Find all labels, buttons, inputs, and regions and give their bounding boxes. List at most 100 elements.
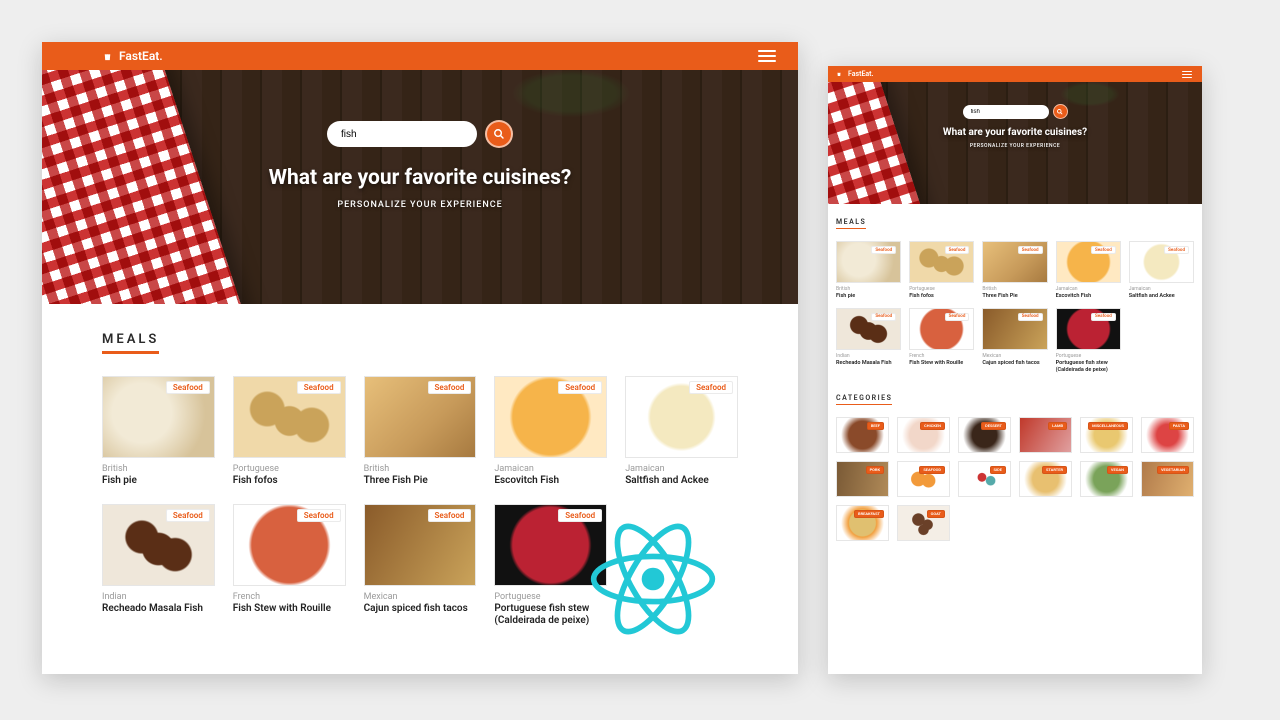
- meal-badge: Seafood: [871, 313, 896, 321]
- meal-card[interactable]: Seafood Jamaican Saltfish and Ackee: [1129, 241, 1194, 300]
- meal-card[interactable]: Seafood Mexican Cajun spiced fish tacos: [364, 504, 477, 628]
- meal-thumb: Seafood: [102, 376, 215, 458]
- search-input-wrap[interactable]: [327, 121, 477, 147]
- meal-thumb: Seafood: [364, 376, 477, 458]
- meal-card[interactable]: Seafood Portuguese Fish fofos: [233, 376, 346, 488]
- category-card[interactable]: VEGETARIAN: [1141, 461, 1194, 497]
- meal-badge: Seafood: [1091, 313, 1116, 321]
- topbar: FastEat.: [42, 42, 798, 70]
- category-badge: LAMB: [1048, 422, 1067, 430]
- meal-badge: Seafood: [428, 509, 472, 522]
- meal-thumb: Seafood: [494, 376, 607, 458]
- category-card[interactable]: SIDE: [958, 461, 1011, 497]
- meal-thumb: Seafood: [836, 308, 901, 350]
- brand[interactable]: FastEat.: [102, 49, 163, 63]
- meal-badge: Seafood: [1018, 313, 1043, 321]
- meal-name: Saltfish and Ackee: [1129, 293, 1194, 300]
- meal-badge: Seafood: [297, 381, 341, 394]
- meal-card[interactable]: Seafood British Three Fish Pie: [364, 376, 477, 488]
- category-badge: DESSERT: [981, 422, 1006, 430]
- meal-name: Fish fofos: [909, 293, 974, 300]
- menu-button[interactable]: [1182, 71, 1192, 78]
- meal-card[interactable]: Seafood Jamaican Escovitch Fish: [1056, 241, 1121, 300]
- category-card[interactable]: SEAFOOD: [897, 461, 950, 497]
- search-button[interactable]: [485, 120, 513, 148]
- categories-section: CATEGORIES BEEF CHICKEN DESSERT LAMB MIS…: [828, 380, 1202, 547]
- meal-badge: Seafood: [871, 246, 896, 254]
- meal-card[interactable]: Seafood British Three Fish Pie: [982, 241, 1047, 300]
- category-badge: BREAKFAST: [854, 510, 884, 518]
- meal-card[interactable]: Seafood French Fish Stew with Rouille: [909, 308, 974, 374]
- category-badge: SEAFOOD: [919, 466, 945, 474]
- categories-grid: BEEF CHICKEN DESSERT LAMB MISCELLANEOUS …: [836, 417, 1194, 541]
- meal-name: Three Fish Pie: [982, 293, 1047, 300]
- meal-card[interactable]: Seafood Jamaican Escovitch Fish: [494, 376, 607, 488]
- meal-name: Recheado Masala Fish: [836, 360, 901, 367]
- category-card[interactable]: GOAT: [897, 505, 950, 541]
- meal-thumb: Seafood: [1129, 241, 1194, 283]
- category-card[interactable]: CHICKEN: [897, 417, 950, 453]
- category-badge: CHICKEN: [920, 422, 945, 430]
- brand[interactable]: FastEat.: [836, 70, 874, 78]
- category-badge: MISCELLANEOUS: [1088, 422, 1128, 430]
- meal-name: Saltfish and Ackee: [625, 475, 738, 488]
- meal-thumb: Seafood: [1056, 241, 1121, 283]
- meal-name: Cajun spiced fish tacos: [982, 360, 1047, 367]
- meal-thumb: Seafood: [909, 308, 974, 350]
- meal-cuisine: Indian: [836, 353, 901, 359]
- search-input[interactable]: [341, 129, 463, 140]
- desktop-preview-small: FastEat. What are your favorite cuisines…: [828, 66, 1202, 674]
- brand-text: FastEat.: [848, 70, 874, 78]
- category-card[interactable]: VEGAN: [1080, 461, 1133, 497]
- meal-thumb: Seafood: [625, 376, 738, 458]
- meal-card[interactable]: Seafood Portuguese Portuguese fish stew …: [1056, 308, 1121, 374]
- meals-grid: Seafood British Fish pie Seafood Portugu…: [836, 241, 1194, 374]
- meal-cuisine: Indian: [102, 592, 215, 602]
- hero-subline[interactable]: PERSONALIZE YOUR EXPERIENCE: [42, 200, 798, 210]
- hero: What are your favorite cuisines? PERSONA…: [42, 70, 798, 304]
- category-badge: VEGETARIAN: [1157, 466, 1189, 474]
- meals-section: MEALS Seafood British Fish pie Seafood P…: [828, 204, 1202, 380]
- meal-card[interactable]: Seafood Indian Recheado Masala Fish: [836, 308, 901, 374]
- meal-badge: Seafood: [945, 246, 970, 254]
- meal-cuisine: Jamaican: [1129, 286, 1194, 292]
- category-card[interactable]: BEEF: [836, 417, 889, 453]
- category-badge: STARTER: [1042, 466, 1067, 474]
- category-thumb: BREAKFAST: [836, 505, 889, 541]
- menu-button[interactable]: [758, 50, 776, 62]
- search-input[interactable]: [971, 109, 1041, 115]
- section-title-meals: MEALS: [102, 332, 159, 354]
- meal-cuisine: Portuguese: [233, 464, 346, 474]
- meal-cuisine: Portuguese: [1056, 353, 1121, 359]
- category-badge: GOAT: [927, 510, 945, 518]
- meal-card[interactable]: Seafood Indian Recheado Masala Fish: [102, 504, 215, 628]
- meal-cuisine: French: [909, 353, 974, 359]
- category-thumb: LAMB: [1019, 417, 1072, 453]
- meal-thumb: Seafood: [909, 241, 974, 283]
- meal-card[interactable]: Seafood British Fish pie: [102, 376, 215, 488]
- category-card[interactable]: MISCELLANEOUS: [1080, 417, 1133, 453]
- meal-cuisine: Mexican: [364, 592, 477, 602]
- search-input-wrap[interactable]: [963, 105, 1049, 119]
- bag-icon: [102, 51, 113, 62]
- category-card[interactable]: DESSERT: [958, 417, 1011, 453]
- meal-badge: Seafood: [166, 509, 210, 522]
- category-thumb: STARTER: [1019, 461, 1072, 497]
- category-card[interactable]: BREAKFAST: [836, 505, 889, 541]
- category-card[interactable]: STARTER: [1019, 461, 1072, 497]
- category-thumb: CHICKEN: [897, 417, 950, 453]
- meal-card[interactable]: Seafood French Fish Stew with Rouille: [233, 504, 346, 628]
- category-card[interactable]: PORK: [836, 461, 889, 497]
- hero-subline[interactable]: PERSONALIZE YOUR EXPERIENCE: [828, 143, 1202, 149]
- meal-card[interactable]: Seafood Mexican Cajun spiced fish tacos: [982, 308, 1047, 374]
- meal-card[interactable]: Seafood British Fish pie: [836, 241, 901, 300]
- category-card[interactable]: PASTA: [1141, 417, 1194, 453]
- meal-badge: Seafood: [1018, 246, 1043, 254]
- meal-name: Escovitch Fish: [494, 475, 607, 488]
- meal-thumb: Seafood: [364, 504, 477, 586]
- meal-card[interactable]: Seafood Jamaican Saltfish and Ackee: [625, 376, 738, 488]
- meal-card[interactable]: Seafood Portuguese Fish fofos: [909, 241, 974, 300]
- hero-headline: What are your favorite cuisines?: [828, 127, 1202, 138]
- search-button[interactable]: [1053, 104, 1068, 119]
- category-card[interactable]: LAMB: [1019, 417, 1072, 453]
